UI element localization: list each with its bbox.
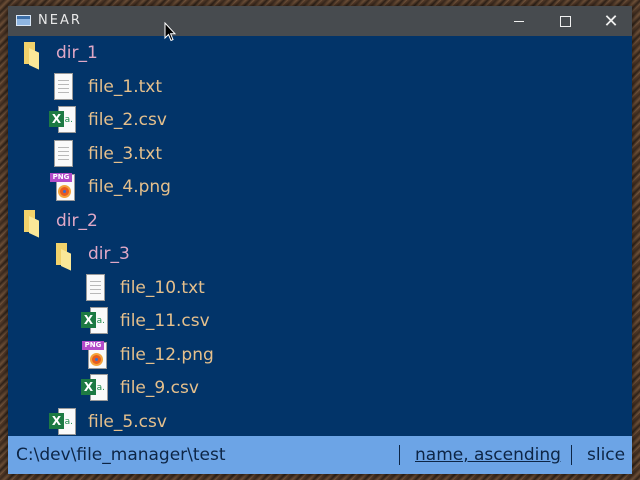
folder-icon bbox=[16, 38, 46, 70]
text-file-icon bbox=[48, 72, 78, 102]
close-button[interactable]: ✕ bbox=[588, 6, 634, 36]
maximize-button[interactable] bbox=[542, 6, 588, 36]
excel-file-icon: a. X bbox=[80, 306, 110, 336]
tree-item-label: file_2.csv bbox=[88, 110, 167, 130]
tree-item-label: file_9.csv bbox=[120, 378, 199, 398]
maximize-icon bbox=[559, 15, 571, 27]
tree-item-label: dir_2 bbox=[56, 210, 98, 231]
tree-file-row[interactable]: a. X file_9.csv bbox=[80, 373, 199, 403]
tree-file-row[interactable]: a. X file_2.csv bbox=[48, 105, 167, 135]
tree-file-row[interactable]: file_10.txt bbox=[80, 273, 205, 303]
text-file-icon bbox=[48, 139, 78, 169]
tree-folder-row[interactable]: dir_2 bbox=[16, 206, 98, 238]
sort-order-link[interactable]: name, ascending bbox=[415, 445, 561, 465]
tree-folder-row[interactable]: dir_3 bbox=[48, 239, 130, 271]
tree-file-row[interactable]: a. X file_11.csv bbox=[80, 306, 210, 336]
folder-icon bbox=[48, 239, 78, 271]
excel-file-icon: a. X bbox=[80, 373, 110, 403]
mouse-cursor-icon bbox=[164, 22, 176, 42]
tree-item-label: file_10.txt bbox=[120, 277, 205, 298]
window-title: NEAR bbox=[38, 13, 82, 28]
status-bar: C:\dev\file_manager\test name, ascending… bbox=[8, 436, 632, 474]
minimize-icon bbox=[514, 20, 524, 22]
tree-item-label: file_11.csv bbox=[120, 311, 210, 331]
folder-icon bbox=[16, 206, 46, 238]
tree-item-label: file_1.txt bbox=[88, 76, 163, 97]
image-file-icon: PNG bbox=[80, 340, 110, 370]
tree-item-label: dir_3 bbox=[88, 244, 130, 264]
title-bar[interactable]: NEAR ✕ bbox=[8, 6, 632, 36]
file-manager-window: NEAR ✕ dir_1 file_1.txt a. X file_2.csv file_… bbox=[8, 6, 632, 474]
excel-file-icon: a. X bbox=[48, 407, 78, 437]
image-file-icon: PNG bbox=[48, 172, 78, 202]
tree-file-row[interactable]: PNG file_12.png bbox=[80, 340, 214, 370]
tree-item-label: file_5.csv bbox=[88, 411, 167, 432]
current-path: C:\dev\file_manager\test bbox=[16, 445, 226, 465]
app-icon bbox=[16, 15, 31, 26]
tree-folder-row[interactable]: dir_1 bbox=[16, 38, 98, 70]
tree-item-label: file_12.png bbox=[120, 344, 214, 365]
tree-file-row[interactable]: a. X file_5.csv bbox=[48, 407, 167, 437]
minimize-button[interactable] bbox=[496, 6, 542, 36]
excel-file-icon: a. X bbox=[48, 105, 78, 135]
view-mode-link[interactable]: slice bbox=[587, 445, 625, 465]
status-divider bbox=[399, 445, 400, 465]
tree-file-row[interactable]: file_1.txt bbox=[48, 72, 162, 102]
tree-item-label: dir_1 bbox=[56, 43, 98, 63]
tree-file-row[interactable]: file_3.txt bbox=[48, 139, 162, 169]
file-tree[interactable]: dir_1 file_1.txt a. X file_2.csv file_3.txt PN… bbox=[8, 36, 632, 436]
text-file-icon bbox=[80, 273, 110, 303]
tree-file-row[interactable]: PNG file_4.png bbox=[48, 172, 171, 202]
close-icon: ✕ bbox=[603, 10, 619, 32]
status-divider bbox=[571, 445, 572, 465]
tree-item-label: file_4.png bbox=[88, 177, 171, 197]
tree-item-label: file_3.txt bbox=[88, 143, 163, 164]
